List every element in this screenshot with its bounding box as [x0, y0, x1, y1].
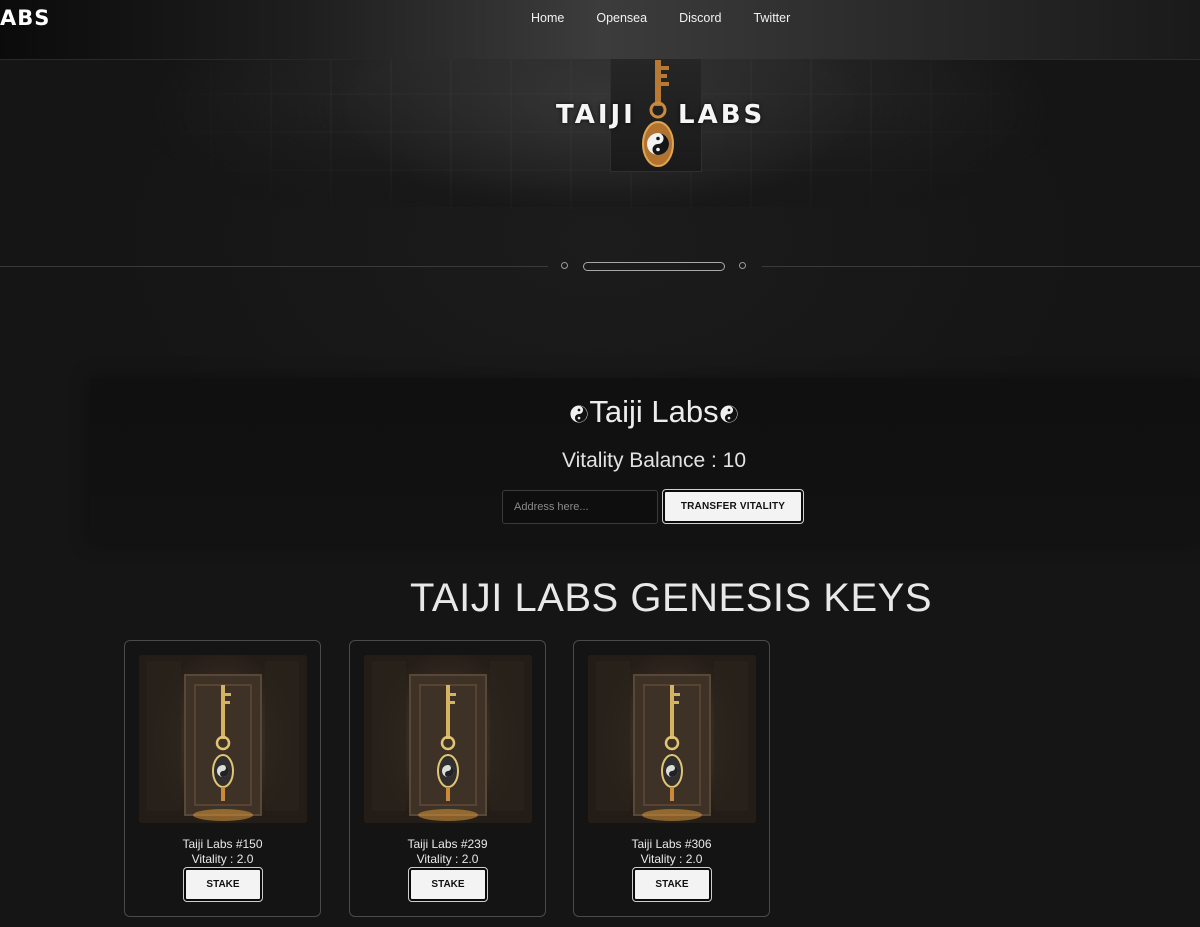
nft-name: Taiji Labs #239	[407, 837, 488, 851]
vitality-balance: Vitality Balance : 10	[561, 449, 747, 472]
nav-link-twitter[interactable]: Twitter	[753, 11, 790, 26]
divider-line-right	[762, 266, 1200, 267]
nft-card: Taiji Labs #150 Vitality : 2.0 STAKE	[124, 640, 321, 917]
key-icon	[642, 60, 674, 167]
nft-vitality: Vitality : 2.0	[191, 852, 254, 866]
nft-card: Taiji Labs #239 Vitality : 2.0 STAKE	[349, 640, 546, 917]
hero-logo-left: TAIJI	[556, 100, 636, 130]
nav-link-opensea[interactable]: Opensea	[596, 11, 647, 26]
transfer-vitality-button[interactable]: TRANSFER VITALITY	[662, 489, 804, 524]
divider-dot-left	[561, 262, 568, 269]
section-title: TAIJI LABS GENESIS KEYS	[409, 576, 933, 620]
nav-link-home[interactable]: Home	[531, 11, 564, 26]
page: ABS Home Opensea Discord Twitter TAIJI L…	[0, 0, 1200, 927]
nav-link-discord[interactable]: Discord	[679, 11, 721, 26]
nft-vitality: Vitality : 2.0	[416, 852, 479, 866]
panel-title: Taiji Labs	[589, 394, 719, 429]
nft-image	[588, 655, 756, 823]
divider-dot-right	[739, 262, 746, 269]
yin-yang-icon	[570, 405, 588, 423]
nft-image	[364, 655, 532, 823]
key-icon	[596, 661, 748, 821]
nft-name: Taiji Labs #306	[631, 837, 712, 851]
panel-title-row: Taiji Labs	[0, 394, 1200, 430]
site-logo[interactable]: ABS	[0, 6, 50, 30]
nft-name: Taiji Labs #150	[182, 837, 263, 851]
top-navbar: ABS Home Opensea Discord Twitter	[0, 0, 1200, 60]
divider-pill	[583, 262, 725, 271]
nft-card: Taiji Labs #306 Vitality : 2.0 STAKE	[573, 640, 770, 917]
divider-line-left	[0, 266, 548, 267]
stake-button[interactable]: STAKE	[632, 867, 712, 902]
address-input[interactable]	[502, 490, 658, 524]
yin-yang-icon	[720, 405, 738, 423]
stake-button[interactable]: STAKE	[183, 867, 263, 902]
hero-banner	[150, 59, 1050, 209]
key-icon	[147, 661, 299, 821]
key-icon	[372, 661, 524, 821]
stake-button[interactable]: STAKE	[408, 867, 488, 902]
nft-image	[139, 655, 307, 823]
nav-links: Home Opensea Discord Twitter	[531, 11, 822, 26]
hero-logo-right: LABS	[678, 100, 766, 130]
nft-vitality: Vitality : 2.0	[640, 852, 703, 866]
